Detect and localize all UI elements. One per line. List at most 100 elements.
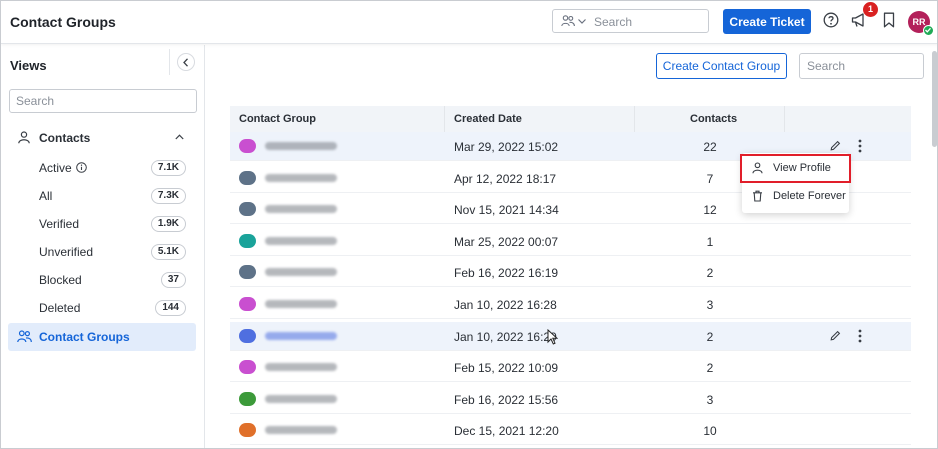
contacts-count-cell: 10 xyxy=(703,424,717,439)
group-avatar xyxy=(239,423,256,438)
group-avatar xyxy=(239,139,256,153)
group-search-input[interactable] xyxy=(799,53,924,79)
column-header-contacts[interactable]: Contacts xyxy=(690,113,737,125)
sidebar-title: Views xyxy=(10,58,47,73)
view-profile-menu-item[interactable]: View Profile xyxy=(740,154,851,183)
contacts-count-cell: 22 xyxy=(703,140,717,154)
column-divider xyxy=(784,106,785,132)
sidebar-item-verified[interactable]: Verified 1.9K xyxy=(1,213,205,235)
table-row[interactable]: Jan 10, 2022 16:28 3 xyxy=(230,290,911,319)
created-date-cell: Nov 15, 2021 14:34 xyxy=(454,203,559,218)
table-row[interactable]: Feb 15, 2022 10:09 2 xyxy=(230,353,911,383)
chevron-up-icon[interactable] xyxy=(175,134,184,140)
table-row[interactable]: Jan 10, 2022 16:29 2 xyxy=(230,321,911,351)
group-avatar xyxy=(239,170,256,185)
column-header-created-date[interactable]: Created Date xyxy=(454,113,522,125)
top-header: Contact Groups Search Create Ticket 1 RR xyxy=(1,1,937,44)
people-filter-icon[interactable] xyxy=(561,15,575,27)
sidebar-section-label: Contacts xyxy=(39,131,91,145)
column-divider xyxy=(444,106,445,132)
sidebar-item-deleted[interactable]: Deleted 144 xyxy=(1,297,205,319)
delete-forever-menu-item[interactable]: Delete Forever xyxy=(742,184,849,209)
sidebar: Views Contacts Active 7.1 xyxy=(1,45,205,448)
create-contact-group-button[interactable]: Create Contact Group xyxy=(656,53,787,79)
menu-item-label: View Profile xyxy=(773,162,831,174)
more-options-icon[interactable] xyxy=(858,329,862,343)
contacts-count-cell: 2 xyxy=(706,266,714,281)
created-date-cell: Feb 16, 2022 16:19 xyxy=(454,266,559,281)
contacts-count-cell: 1 xyxy=(706,234,714,249)
group-avatar xyxy=(239,328,256,343)
search-placeholder[interactable]: Search xyxy=(594,15,632,29)
scrollbar-thumb[interactable] xyxy=(932,51,937,147)
status-check-icon xyxy=(923,25,934,36)
group-name-blurred[interactable] xyxy=(265,300,337,308)
group-name-blurred[interactable] xyxy=(265,426,337,435)
sidebar-item-label: Contact Groups xyxy=(39,330,130,344)
sidebar-item-label: Unverified xyxy=(39,245,94,259)
group-name-blurred[interactable] xyxy=(265,173,337,182)
group-avatar xyxy=(239,202,256,217)
sidebar-item-all[interactable]: All 7.3K xyxy=(1,185,205,207)
group-name-blurred[interactable] xyxy=(265,394,337,403)
chevron-left-icon xyxy=(183,58,188,67)
sidebar-search-input[interactable] xyxy=(9,89,197,113)
group-avatar xyxy=(239,297,256,311)
count-badge: 7.3K xyxy=(150,188,186,204)
more-options-icon[interactable] xyxy=(858,139,862,153)
group-avatar xyxy=(239,360,256,375)
count-badge: 1.9K xyxy=(150,216,186,232)
contacts-count-cell: 7 xyxy=(706,171,714,186)
contacts-count-cell: 3 xyxy=(706,298,714,312)
created-date-cell: Feb 15, 2022 10:09 xyxy=(454,361,559,376)
sidebar-item-label: All xyxy=(39,189,53,203)
person-icon xyxy=(752,162,763,174)
edit-pencil-icon[interactable] xyxy=(830,140,841,151)
count-badge: 7.1K xyxy=(150,160,186,176)
created-date-cell: Dec 15, 2021 12:20 xyxy=(454,424,559,439)
people-icon xyxy=(17,330,32,343)
create-ticket-button[interactable]: Create Ticket xyxy=(723,9,811,34)
count-badge: 144 xyxy=(155,300,186,316)
group-name-blurred[interactable] xyxy=(265,268,337,277)
table-row[interactable]: Dec 15, 2021 12:20 10 xyxy=(230,416,911,446)
global-search[interactable]: Search xyxy=(552,9,709,33)
contacts-count-cell: 3 xyxy=(706,392,714,407)
sidebar-item-active[interactable]: Active 7.1K xyxy=(1,157,205,179)
menu-item-label: Delete Forever xyxy=(773,190,846,202)
group-name-blurred[interactable] xyxy=(265,236,337,245)
help-icon[interactable] xyxy=(823,12,839,28)
sidebar-item-unverified[interactable]: Unverified 5.1K xyxy=(1,241,205,263)
info-icon[interactable] xyxy=(76,162,87,173)
group-name-blurred[interactable] xyxy=(265,363,337,372)
group-name-blurred[interactable] xyxy=(265,205,337,214)
created-date-cell: Apr 12, 2022 18:17 xyxy=(454,171,557,186)
group-name-blurred[interactable] xyxy=(265,331,337,340)
created-date-cell: Mar 29, 2022 15:02 xyxy=(454,140,559,154)
sidebar-item-label: Deleted xyxy=(39,301,81,315)
bookmark-icon[interactable] xyxy=(883,12,895,28)
sidebar-item-label: Blocked xyxy=(39,273,82,287)
sidebar-item-blocked[interactable]: Blocked 37 xyxy=(1,269,205,291)
row-context-menu: View Profile Delete Forever xyxy=(740,153,851,213)
table-row[interactable]: Feb 16, 2022 15:56 3 xyxy=(230,385,911,414)
created-date-cell: Jan 10, 2022 16:29 xyxy=(454,329,557,344)
created-date-cell: Jan 10, 2022 16:28 xyxy=(454,298,557,312)
person-icon xyxy=(18,131,30,144)
created-date-cell: Feb 16, 2022 15:56 xyxy=(454,392,559,407)
app-window: Contact Groups Search Create Ticket 1 RR… xyxy=(0,0,938,449)
group-name-blurred[interactable] xyxy=(265,142,337,150)
table-header: Contact Group Created Date Contacts xyxy=(230,106,911,132)
sidebar-item-contact-groups[interactable]: Contact Groups xyxy=(8,323,196,351)
column-header-contact-group[interactable]: Contact Group xyxy=(239,113,316,125)
table-row[interactable]: Feb 16, 2022 16:19 2 xyxy=(230,258,911,288)
sidebar-section-contacts[interactable]: Contacts xyxy=(1,127,205,149)
chevron-down-icon[interactable] xyxy=(578,19,586,24)
sidebar-item-label: Active xyxy=(39,161,72,175)
group-avatar xyxy=(239,391,256,406)
edit-pencil-icon[interactable] xyxy=(830,330,841,341)
collapse-sidebar-button[interactable] xyxy=(177,53,195,71)
trash-icon xyxy=(753,190,762,202)
sidebar-divider xyxy=(169,49,170,75)
table-row[interactable]: Mar 25, 2022 00:07 1 xyxy=(230,227,911,256)
